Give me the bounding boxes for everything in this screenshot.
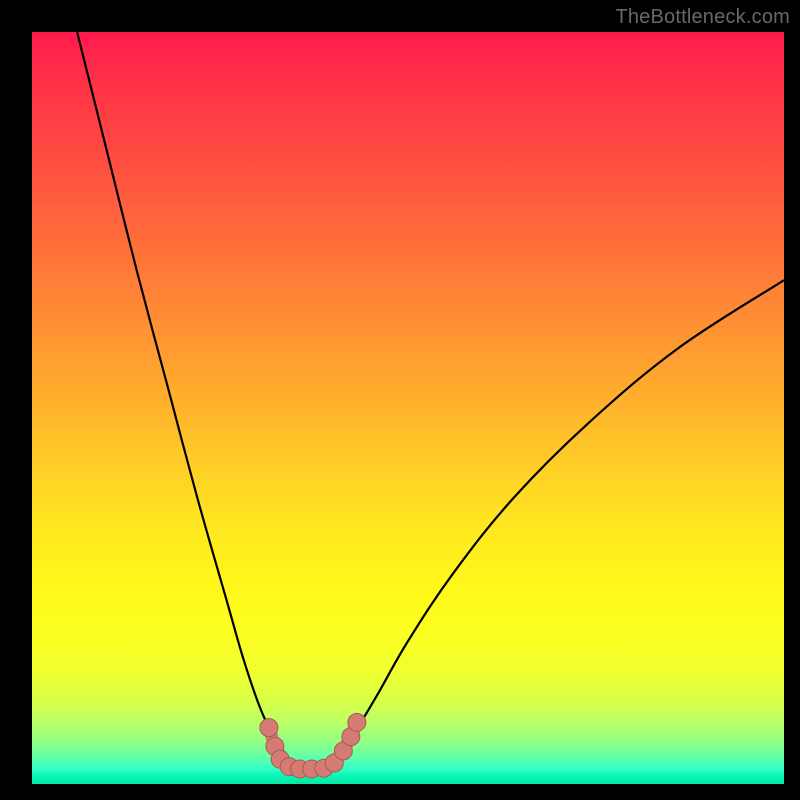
plot-area bbox=[32, 32, 784, 784]
marker-dot bbox=[260, 719, 278, 737]
chart-frame: TheBottleneck.com bbox=[0, 0, 800, 800]
marker-dot bbox=[348, 713, 366, 731]
watermark-text: TheBottleneck.com bbox=[615, 6, 790, 29]
curve-left-branch bbox=[77, 32, 310, 769]
curve-layer bbox=[32, 32, 784, 784]
marker-group bbox=[260, 713, 366, 778]
curve-right-branch bbox=[310, 280, 784, 769]
